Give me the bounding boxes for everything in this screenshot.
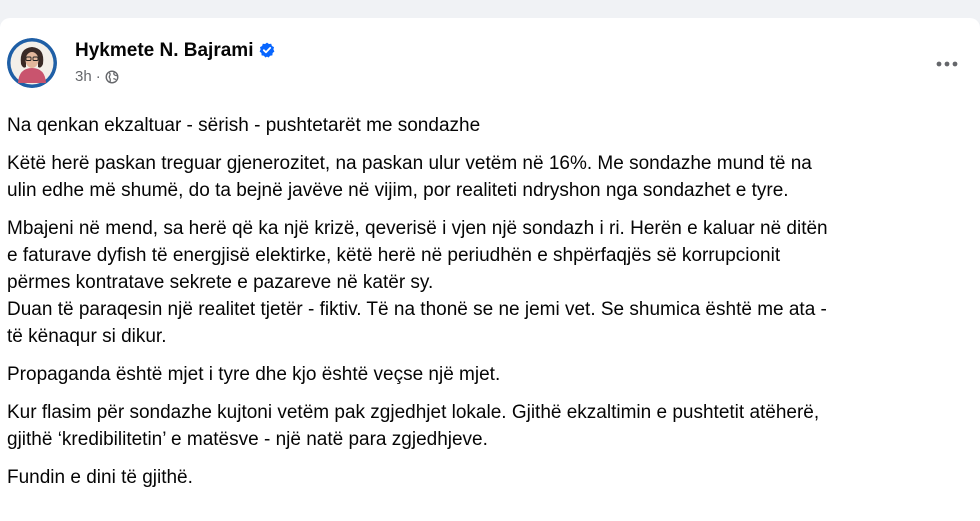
- post-paragraph-5: Kur flasim për sondazhe kujtoni vetëm pa…: [7, 402, 820, 450]
- post-paragraph-6: Fundin e dini të gjithë.: [7, 467, 193, 488]
- post-meta: 3h ·: [75, 68, 119, 85]
- more-options-icon: [936, 61, 958, 67]
- avatar[interactable]: [7, 38, 57, 88]
- post-paragraph-4: Propaganda është mjet i tyre dhe kjo ësh…: [7, 364, 501, 385]
- post-paragraph-3: Mbajeni në mend, sa herë që ka një krizë…: [7, 218, 828, 347]
- post-paragraph-1: Na qenkan ekzaltuar - sërish - pushtetar…: [7, 115, 481, 136]
- author-name-text[interactable]: Hykmete N. Bajrami: [75, 40, 253, 61]
- post-paragraph-2: Këtë herë paskan treguar gjenerozitet, n…: [7, 153, 812, 201]
- more-options-button[interactable]: [927, 46, 967, 82]
- post-time[interactable]: 3h: [75, 68, 92, 85]
- author-name[interactable]: Hykmete N. Bajrami: [75, 40, 275, 62]
- globe-icon[interactable]: [105, 70, 119, 84]
- meta-separator: ·: [95, 68, 101, 85]
- post-card: Hykmete N. Bajrami 3h · Na qenkan ekzalt…: [0, 18, 980, 521]
- avatar-image: [7, 38, 57, 88]
- post-text: Na qenkan ekzaltuar - sërish - pushtetar…: [7, 112, 967, 502]
- verified-badge-icon: [260, 42, 275, 58]
- post-header: Hykmete N. Bajrami 3h ·: [7, 38, 967, 90]
